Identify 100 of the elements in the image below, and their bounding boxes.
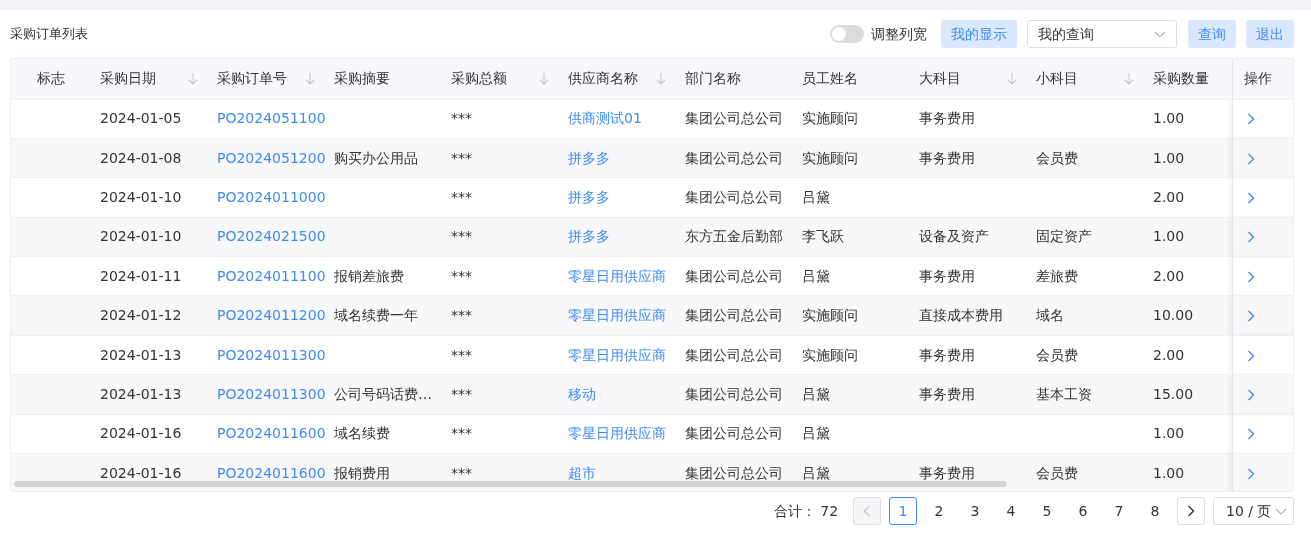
sort-icon[interactable] xyxy=(656,72,666,85)
order-link[interactable]: PO2024021500 xyxy=(217,228,326,245)
order-link[interactable]: PO2024011100 xyxy=(217,267,326,284)
table-cell: 事务费用 xyxy=(919,267,975,284)
supplier-link[interactable]: 移动 xyxy=(568,385,596,402)
column-header: 部门名称 xyxy=(674,59,791,99)
supplier-link[interactable]: 零星日用供应商 xyxy=(568,425,666,442)
supplier-link[interactable]: 零星日用供应商 xyxy=(568,267,666,284)
next-page-button[interactable] xyxy=(1177,497,1206,525)
table-cell: 实施顾问 xyxy=(802,149,858,166)
order-link[interactable]: PO2024011000 xyxy=(217,188,326,205)
table-cell: 集团公司总公司 xyxy=(685,188,783,205)
column-header: 标志 xyxy=(11,59,89,99)
total-count: 合计： 72 xyxy=(773,501,839,521)
table-cell: 集团公司总公司 xyxy=(685,385,783,402)
supplier-link[interactable]: 供商测试01 xyxy=(568,110,642,127)
column-header: 采购日期 xyxy=(100,70,156,87)
page-button[interactable]: 7 xyxy=(1105,497,1134,525)
table-cell: *** xyxy=(451,307,472,324)
column-header: 采购摘要 xyxy=(323,59,440,99)
supplier-link[interactable]: 拼多多 xyxy=(568,188,610,205)
order-link[interactable]: PO2024051100 xyxy=(217,110,326,127)
table-cell: 2024-01-12 xyxy=(100,307,182,324)
chevron-right-icon[interactable] xyxy=(1246,152,1255,165)
sort-icon[interactable] xyxy=(188,72,198,85)
table-cell: 实施顾问 xyxy=(802,307,858,324)
chevron-right-icon[interactable] xyxy=(1246,388,1255,401)
chevron-right-icon[interactable] xyxy=(1246,113,1255,126)
column-header: 采购数量 xyxy=(1142,59,1232,99)
table-cell: 基本工资 xyxy=(1036,385,1092,402)
table-cell: 1.00 xyxy=(1153,149,1185,166)
table-cell: 实施顾问 xyxy=(802,110,858,127)
query-select[interactable]: 我的查询 xyxy=(1027,20,1177,48)
table-cell: *** xyxy=(451,267,472,284)
order-link[interactable]: PO2024011600 xyxy=(217,464,326,481)
chevron-right-icon[interactable] xyxy=(1246,428,1255,441)
supplier-link[interactable]: 拼多多 xyxy=(568,149,610,166)
scrollbar[interactable] xyxy=(14,481,1007,487)
table-cell: 吕黛 xyxy=(802,464,830,481)
order-link[interactable]: PO2024011200 xyxy=(217,307,326,324)
table-cell: 2024-01-11 xyxy=(100,267,182,284)
column-header: 供应商名称 xyxy=(568,70,638,87)
table-cell: 15.00 xyxy=(1153,385,1194,402)
sort-icon[interactable] xyxy=(1124,72,1134,85)
chevron-left-icon xyxy=(863,505,872,517)
supplier-link[interactable]: 零星日用供应商 xyxy=(568,346,666,363)
supplier-link[interactable]: 超市 xyxy=(568,464,596,481)
table-cell: 差旅费 xyxy=(1036,267,1078,284)
page-button[interactable]: 3 xyxy=(961,497,990,525)
table-cell: 报销差旅费 xyxy=(334,267,404,284)
table-cell: 会员费 xyxy=(1036,464,1078,481)
chevron-down-icon xyxy=(1275,507,1287,515)
table-cell: 域名 xyxy=(1036,307,1064,324)
order-link[interactable]: PO2024011300 xyxy=(217,385,326,402)
table-cell: 直接成本费用 xyxy=(919,307,1003,324)
table-cell: 事务费用 xyxy=(919,110,975,127)
chevron-right-icon[interactable] xyxy=(1246,270,1255,283)
table-cell: 设备及资产 xyxy=(919,228,989,245)
page-size-select[interactable]: 10 / 页 xyxy=(1213,497,1294,525)
page-button[interactable]: 8 xyxy=(1141,497,1170,525)
supplier-link[interactable]: 拼多多 xyxy=(568,228,610,245)
table-cell: 会员费 xyxy=(1036,346,1078,363)
table-cell: 东方五金后勤部 xyxy=(685,228,783,245)
table-cell: 吕黛 xyxy=(802,425,830,442)
table-cell: 2.00 xyxy=(1153,188,1185,205)
column-header: 操作 xyxy=(1232,59,1293,99)
page-button[interactable]: 4 xyxy=(997,497,1026,525)
action-button[interactable]: 退出 xyxy=(1246,20,1294,48)
table-cell: 实施顾问 xyxy=(802,346,858,363)
table-cell: *** xyxy=(451,425,472,442)
table-cell: 2024-01-10 xyxy=(100,188,182,205)
chevron-right-icon[interactable] xyxy=(1246,349,1255,362)
column-header: 大科目 xyxy=(919,70,961,87)
order-link[interactable]: PO2024011300 xyxy=(217,346,326,363)
action-button[interactable]: 查询 xyxy=(1187,20,1236,48)
table-cell: 2024-01-13 xyxy=(100,385,182,402)
table-cell: 集团公司总公司 xyxy=(685,267,783,284)
table-cell: 1.00 xyxy=(1153,110,1185,127)
chevron-right-icon[interactable] xyxy=(1246,231,1255,244)
page-button[interactable]: 5 xyxy=(1033,497,1062,525)
page-button[interactable]: 6 xyxy=(1069,497,1098,525)
order-link[interactable]: PO2024011600 xyxy=(217,425,326,442)
display-button[interactable]: 我的显示 xyxy=(940,20,1017,48)
order-link[interactable]: PO2024051200 xyxy=(217,149,326,166)
toggle-switch[interactable] xyxy=(829,25,864,43)
table-cell: 集团公司总公司 xyxy=(685,346,783,363)
table-cell: 报销费用 xyxy=(334,464,390,481)
page-button[interactable]: 1 xyxy=(889,497,918,525)
sort-icon[interactable] xyxy=(305,72,315,85)
table-cell: 集团公司总公司 xyxy=(685,425,783,442)
table-cell: 2.00 xyxy=(1153,267,1185,284)
chevron-right-icon[interactable] xyxy=(1246,191,1255,204)
table-cell: 2024-01-08 xyxy=(100,149,182,166)
table-cell: *** xyxy=(451,228,472,245)
page-button[interactable]: 2 xyxy=(925,497,954,525)
chevron-right-icon[interactable] xyxy=(1246,467,1255,480)
sort-icon[interactable] xyxy=(1007,72,1017,85)
chevron-right-icon[interactable] xyxy=(1246,310,1255,323)
table-cell: 事务费用 xyxy=(919,149,975,166)
sort-icon[interactable] xyxy=(539,72,549,85)
